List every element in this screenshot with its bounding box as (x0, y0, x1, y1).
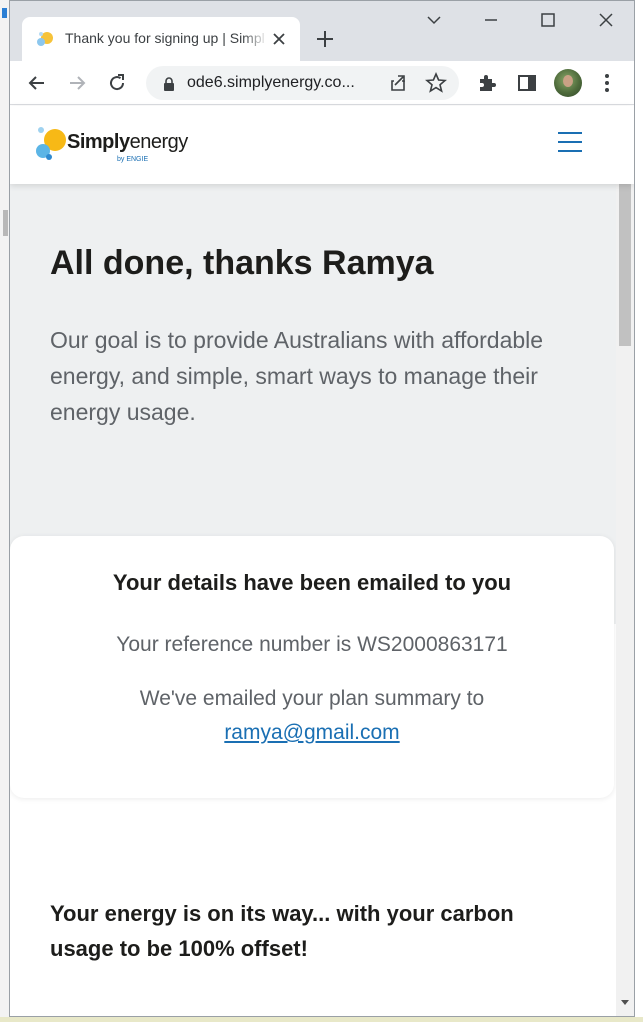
plus-icon[interactable] (314, 28, 336, 50)
side-panel-icon[interactable] (515, 71, 539, 95)
confirmation-title: Your details have been emailed to you (112, 570, 512, 595)
scroll-down-arrow-icon[interactable] (621, 1000, 629, 1005)
tab-favicon (37, 32, 53, 46)
logo-bubbles-icon (36, 127, 66, 160)
back-arrow-icon[interactable] (25, 71, 49, 95)
logo-wordmark: Simplyenergy (67, 131, 188, 154)
kebab-menu-icon[interactable] (595, 71, 619, 95)
url-text[interactable]: ode6.simplyenergy.co... (187, 74, 355, 92)
reference-number: Your reference number is WS2000863171 (116, 633, 508, 656)
maximize-icon[interactable] (537, 9, 559, 31)
browser-window: Thank you for signing up | Simply Energy (9, 0, 635, 1017)
star-icon[interactable] (424, 71, 448, 95)
hamburger-icon[interactable] (558, 132, 584, 154)
share-icon[interactable] (386, 71, 410, 95)
avatar-face (563, 75, 573, 87)
reload-icon[interactable] (105, 71, 129, 95)
page-viewport: All done, thanks Ramya Our goal is to pr… (10, 184, 616, 1016)
page-scrollbar[interactable] (616, 184, 634, 1016)
email-link-wrapper: ramya@gmail.com (10, 721, 614, 745)
tab-strip: Thank you for signing up | Simply Energy (10, 1, 634, 61)
email-summary-text: We've emailed your plan summary to (139, 687, 485, 710)
simply-energy-logo[interactable]: Simplyenergy by ENGIE (35, 122, 195, 166)
address-bar[interactable]: ode6.simplyenergy.co... (146, 66, 459, 100)
logo-bold: Simply (67, 131, 130, 153)
background-window-icon (2, 8, 7, 18)
tab-title: Thank you for signing up | Simply Energy (65, 30, 265, 46)
tab-active[interactable]: Thank you for signing up | Simply Energy (22, 17, 300, 61)
scrollbar-thumb[interactable] (619, 184, 631, 346)
lock-icon[interactable] (162, 76, 176, 92)
taskbar-edge (0, 1017, 643, 1022)
email-link[interactable]: ramya@gmail.com (224, 721, 399, 744)
background-window-scrollbar (3, 210, 8, 236)
puzzle-icon[interactable] (475, 71, 499, 95)
minimize-icon[interactable] (480, 9, 502, 31)
logo-light: energy (129, 131, 189, 153)
close-icon[interactable] (270, 30, 288, 48)
background-window-edge (0, 0, 9, 1022)
screen: Thank you for signing up | Simply Energy (0, 0, 643, 1022)
browser-toolbar: ode6.simplyenergy.co... (10, 61, 634, 105)
page-title: All done, thanks Ramya (50, 244, 434, 282)
forward-arrow-icon[interactable] (65, 71, 89, 95)
chevron-down-icon[interactable] (423, 9, 445, 31)
close-window-icon[interactable] (595, 9, 617, 31)
site-header: Simplyenergy by ENGIE (10, 106, 634, 184)
profile-avatar[interactable] (554, 69, 582, 97)
carbon-offset-heading: Your energy is on its way... with your c… (50, 901, 514, 961)
logo-subtext: by ENGIE (117, 156, 149, 163)
tab-title-fade (242, 25, 268, 51)
hero-description: Our goal is to provide Australians with … (50, 327, 544, 425)
confirmation-card: Your details have been emailed to you Yo… (10, 536, 614, 798)
